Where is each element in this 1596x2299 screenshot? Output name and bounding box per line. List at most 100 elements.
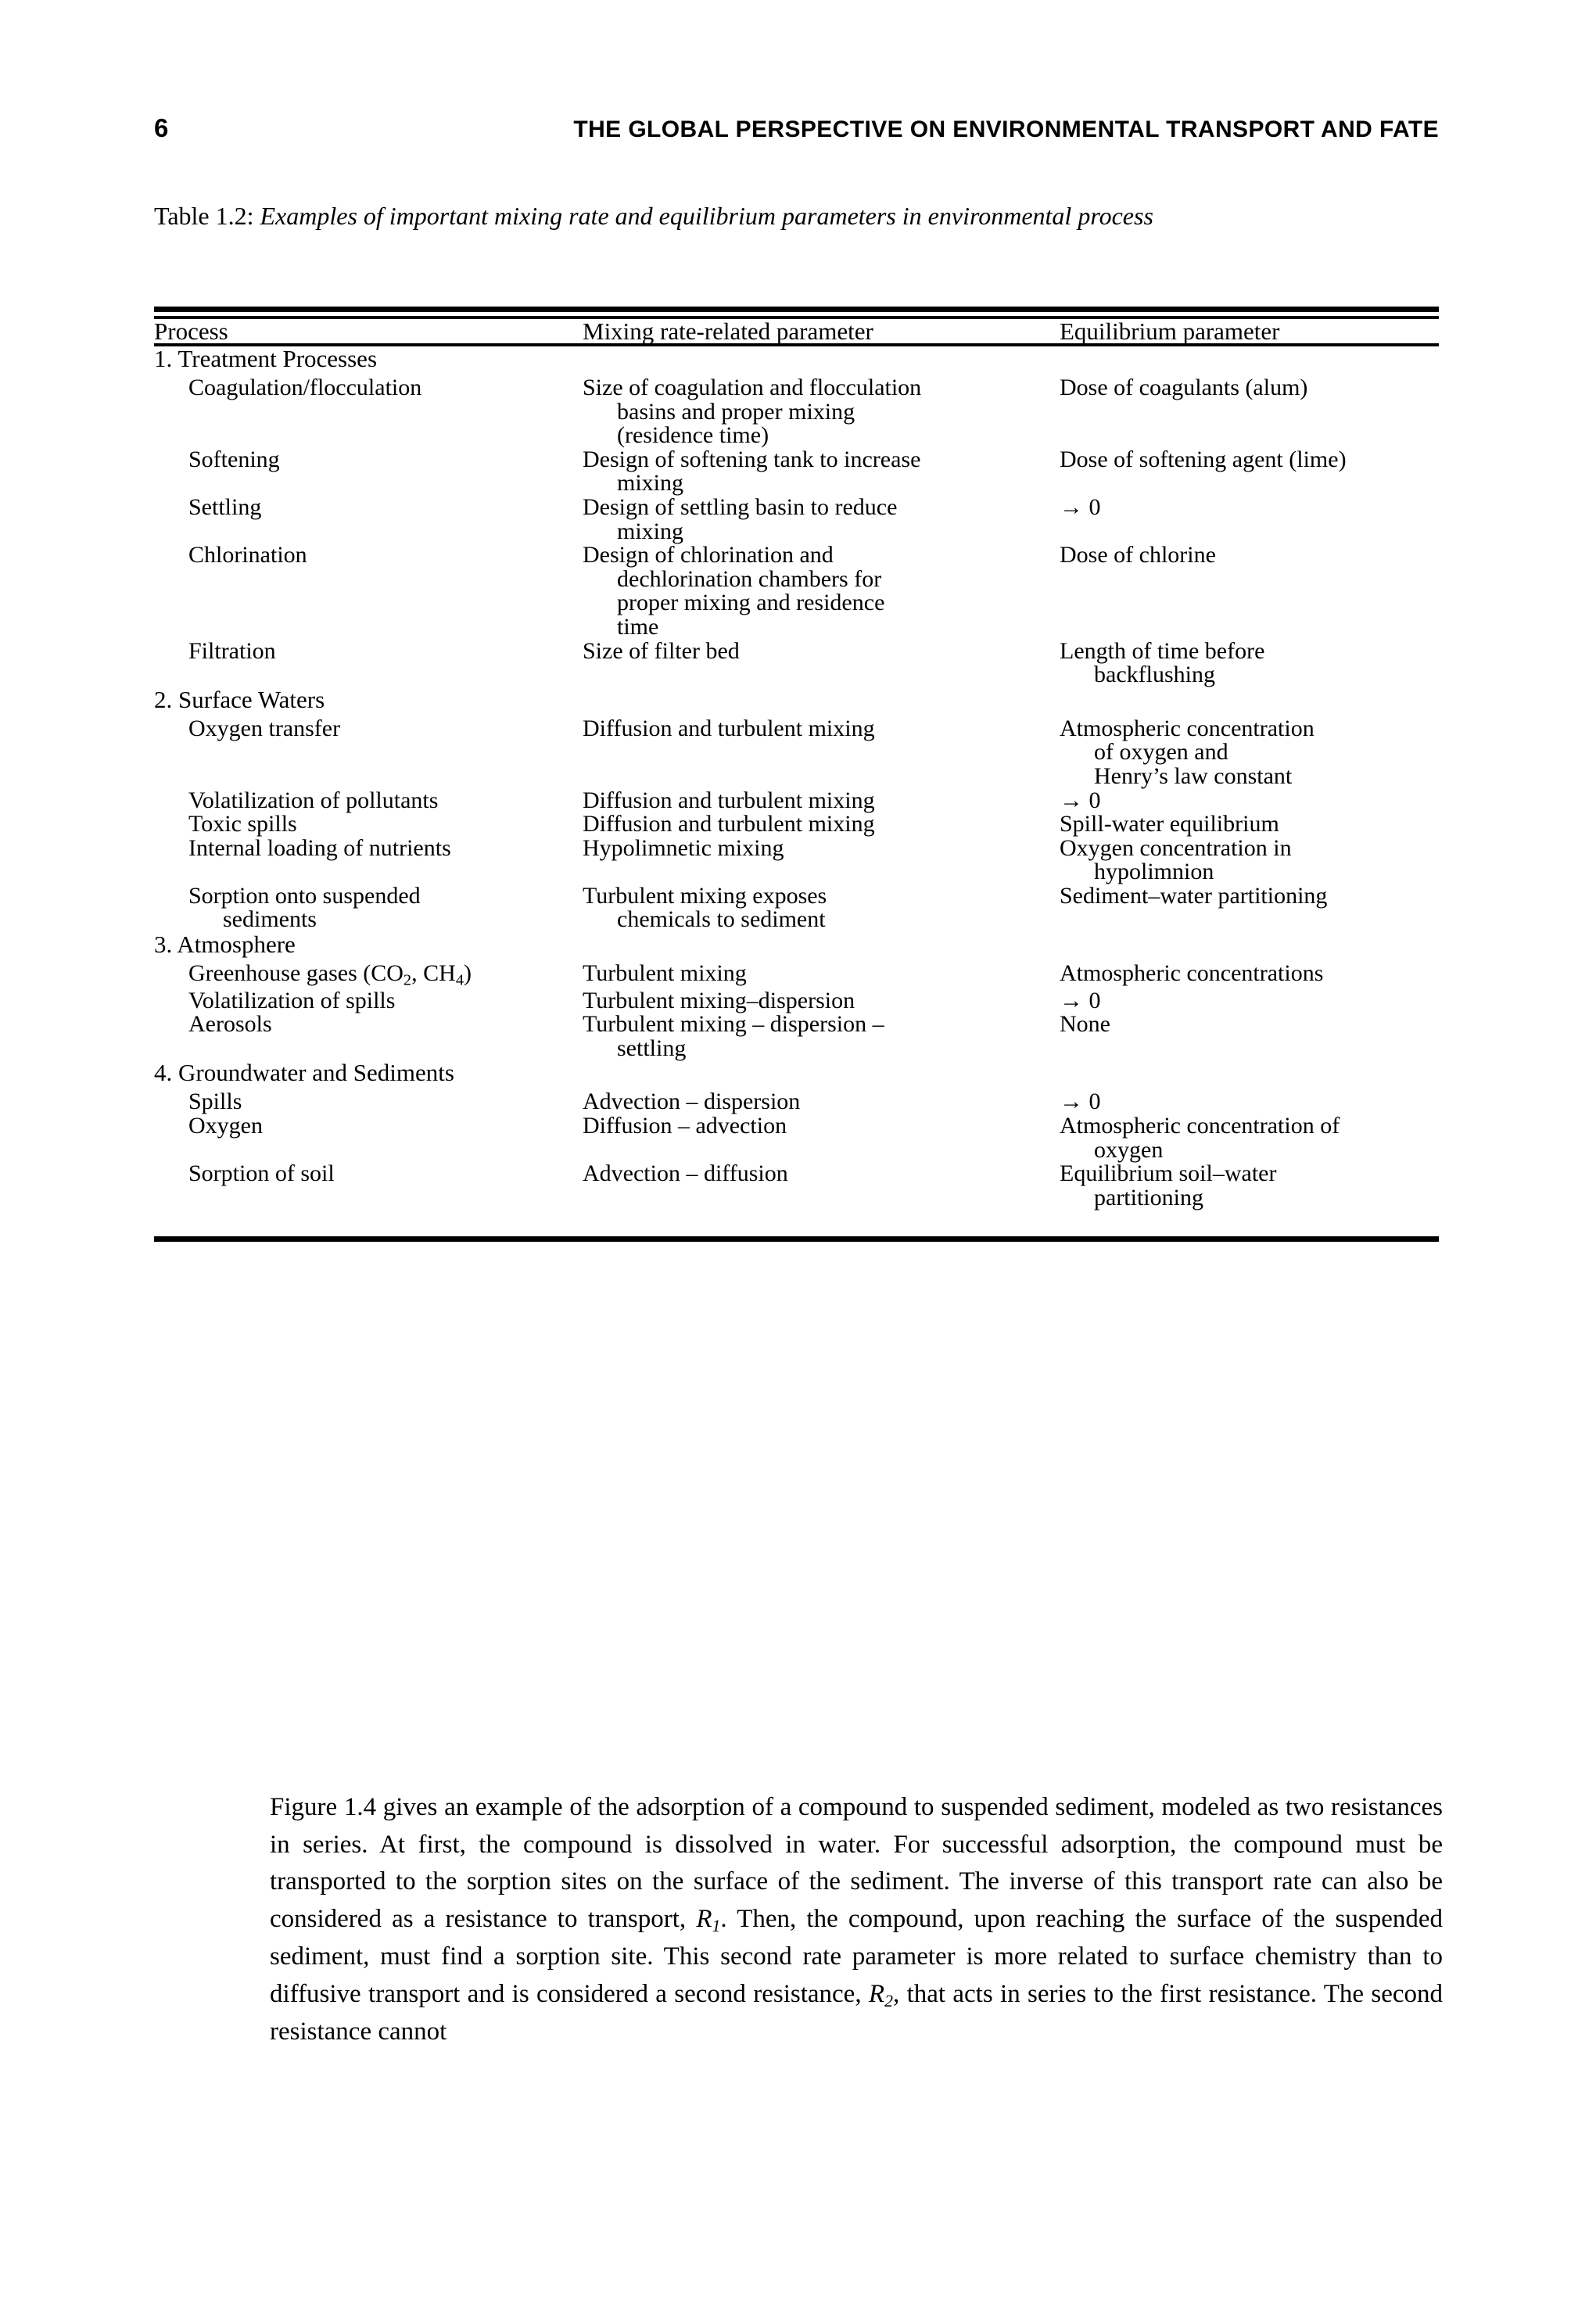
cell-equilibrium: → 0 xyxy=(1060,495,1439,543)
cell-text: Design of chlorination and dechlorination… xyxy=(583,543,1060,639)
cell-line: mixing xyxy=(617,518,684,544)
table-row: Sorption onto suspended sediments Turbulen… xyxy=(154,884,1439,932)
column-header-equilibrium: Equilibrium parameter xyxy=(1060,317,1280,345)
cell-text: Turbulent mixing – dispersion – settling xyxy=(583,1013,1060,1060)
cell-text: Atmospheric concentration of oxygen and He… xyxy=(1060,716,1439,789)
cell-equilibrium: → 0 xyxy=(1060,988,1439,1013)
cell-equilibrium: Atmospheric concentrations xyxy=(1060,957,1439,989)
cell-process: Toxic spills xyxy=(154,812,583,837)
cell-mixing-rate: Diffusion – advection xyxy=(583,1114,1060,1162)
table-group-row: 3. Atmosphere xyxy=(154,932,1439,957)
cell-line: Henry’s law constant xyxy=(1094,762,1293,789)
cell-line: Oxygen concentration in xyxy=(1060,834,1292,861)
resistance-subscript-2: 2 xyxy=(884,1991,893,2010)
cell-text: Diffusion – advection xyxy=(583,1114,1060,1139)
table-group-label: 1. Treatment Processes xyxy=(154,345,378,372)
cell-equilibrium: Dose of coagulants (alum) xyxy=(1060,371,1439,448)
cell-line: Design of softening tank to increase xyxy=(583,446,921,472)
cell-equilibrium: Oxygen concentration in hypolimnion xyxy=(1060,834,1439,884)
table-caption-text: Examples of important mixing rate and eq… xyxy=(260,202,1153,230)
cell-mixing-rate: Hypolimnetic mixing xyxy=(583,834,1060,884)
cell-mixing-rate: Design of chlorination and dechlorination… xyxy=(583,543,1060,639)
cell-text: → 0 xyxy=(1060,787,1439,813)
cell-line: Turbulent mixing–dispersion xyxy=(583,987,855,1013)
cell-text: Diffusion and turbulent mixing xyxy=(583,812,1060,837)
table-row: Aerosols Turbulent mixing – dispersion – s… xyxy=(154,1013,1439,1060)
cell-mixing-rate: Diffusion and turbulent mixing xyxy=(583,712,1060,789)
cell-mixing-rate: Turbulent mixing exposes chemicals to sed… xyxy=(583,884,1060,932)
cell-equilibrium: Atmospheric concentration of oxygen xyxy=(1060,1114,1439,1162)
cell-mixing-rate: Turbulent mixing – dispersion – settling xyxy=(583,1013,1060,1060)
cell-text: Aerosols xyxy=(188,1013,583,1037)
cell-line: Sorption of soil xyxy=(188,1160,335,1187)
cell-line: Spills xyxy=(188,1089,242,1115)
cell-text: Turbulent mixing exposes chemicals to sed… xyxy=(583,884,1060,932)
cell-line: Hypolimnetic mixing xyxy=(583,834,784,861)
cell-line: Oxygen transfer xyxy=(188,715,341,741)
cell-text: Hypolimnetic mixing xyxy=(583,834,1060,861)
cell-equilibrium: Atmospheric concentration of oxygen and He… xyxy=(1060,712,1439,789)
cell-text: Design of settling basin to reduce mixing xyxy=(583,495,1060,544)
cell-mixing-rate: Advection – diffusion xyxy=(583,1162,1060,1210)
page-number: 6 xyxy=(154,113,169,142)
cell-line: dechlorination chambers for xyxy=(617,565,882,592)
cell-line: basins and proper mixing xyxy=(617,398,855,425)
cell-equilibrium: Dose of softening agent (lime) xyxy=(1060,446,1439,496)
cell-text: Oxygen xyxy=(188,1114,583,1139)
table-caption-label: Table 1.2: xyxy=(154,202,254,230)
cell-line: Sorption onto suspended xyxy=(188,882,421,909)
cell-text: None xyxy=(1060,1013,1439,1037)
table-row: Coagulation/flocculation Size of coagulat… xyxy=(154,371,1439,448)
table-row: Filtration Size of filter bed Length of ti… xyxy=(154,637,1439,687)
cell-process: Settling xyxy=(154,495,583,543)
cell-line: Volatilization of spills xyxy=(188,987,396,1013)
running-head: 6 THE GLOBAL PERSPECTIVE ON ENVIRONMENTA… xyxy=(154,113,1439,143)
cell-line: Diffusion and turbulent mixing xyxy=(583,715,875,741)
cell-text: Advection – diffusion xyxy=(583,1162,1060,1186)
cell-mixing-rate: Size of coagulation and flocculation basi… xyxy=(583,371,1060,448)
cell-mixing-rate: Turbulent mixing xyxy=(583,957,1060,989)
cell-line: Chlorination xyxy=(188,542,307,568)
cell-text: Dose of coagulants (alum) xyxy=(1060,375,1439,400)
body-paragraph: Figure 1.4 gives an example of the adsor… xyxy=(270,1789,1443,2050)
cell-process: Coagulation/flocculation xyxy=(154,371,583,448)
cell-line: → 0 xyxy=(1060,1089,1101,1115)
table-top-rule xyxy=(154,307,1439,312)
cell-mixing-rate: Advection – dispersion xyxy=(583,1085,1060,1114)
cell-process: Spills xyxy=(154,1085,583,1114)
cell-line: Size of filter bed xyxy=(583,637,740,664)
cell-line: Equilibrium soil–water xyxy=(1060,1160,1277,1187)
cell-equilibrium: None xyxy=(1060,1013,1439,1060)
cell-mixing-rate: Diffusion and turbulent mixing xyxy=(583,812,1060,837)
table-group-label: 3. Atmosphere xyxy=(154,931,296,959)
cell-line: time xyxy=(617,613,659,640)
cell-line: None xyxy=(1060,1011,1110,1038)
cell-mixing-rate: Size of filter bed xyxy=(583,637,1060,687)
cell-line: Sediment–water partitioning xyxy=(1060,882,1328,909)
table-row: Softening Design of softening tank to inc… xyxy=(154,446,1439,496)
cell-line: chemicals to sediment xyxy=(617,906,826,933)
cell-line: (residence time) xyxy=(617,422,769,449)
cell-line: Greenhouse gases (CO2, CH4) xyxy=(188,960,472,989)
cell-text: Sorption onto suspended sediments xyxy=(188,884,583,932)
table-caption: Table 1.2: Examples of important mixing … xyxy=(154,199,1405,232)
cell-equilibrium: → 0 xyxy=(1060,787,1439,813)
cell-line: Dose of softening agent (lime) xyxy=(1060,446,1347,472)
cell-line: Softening xyxy=(188,446,280,472)
cell-line: Turbulent mixing xyxy=(583,960,747,987)
cell-line: Length of time before xyxy=(1060,637,1265,664)
cell-text: Atmospheric concentration of oxygen xyxy=(1060,1114,1439,1162)
cell-process: Chlorination xyxy=(154,543,583,639)
cell-text: → 0 xyxy=(1060,988,1439,1013)
cell-line: proper mixing and residence xyxy=(617,590,885,616)
cell-text: Equilibrium soil–water partitioning xyxy=(1060,1162,1439,1210)
cell-line: → 0 xyxy=(1060,787,1101,813)
cell-line: Diffusion and turbulent mixing xyxy=(583,787,875,813)
table-row: Greenhouse gases (CO2, CH4) Turbulent mix… xyxy=(154,957,1439,989)
table-group-row: 1. Treatment Processes xyxy=(154,346,1439,371)
table-row: Volatilization of pollutants Diffusion an… xyxy=(154,787,1439,813)
cell-text: Size of filter bed xyxy=(583,637,1060,664)
cell-line: partitioning xyxy=(1094,1184,1203,1210)
cell-equilibrium: Length of time before backflushing xyxy=(1060,637,1439,687)
cell-text: Toxic spills xyxy=(188,812,583,837)
